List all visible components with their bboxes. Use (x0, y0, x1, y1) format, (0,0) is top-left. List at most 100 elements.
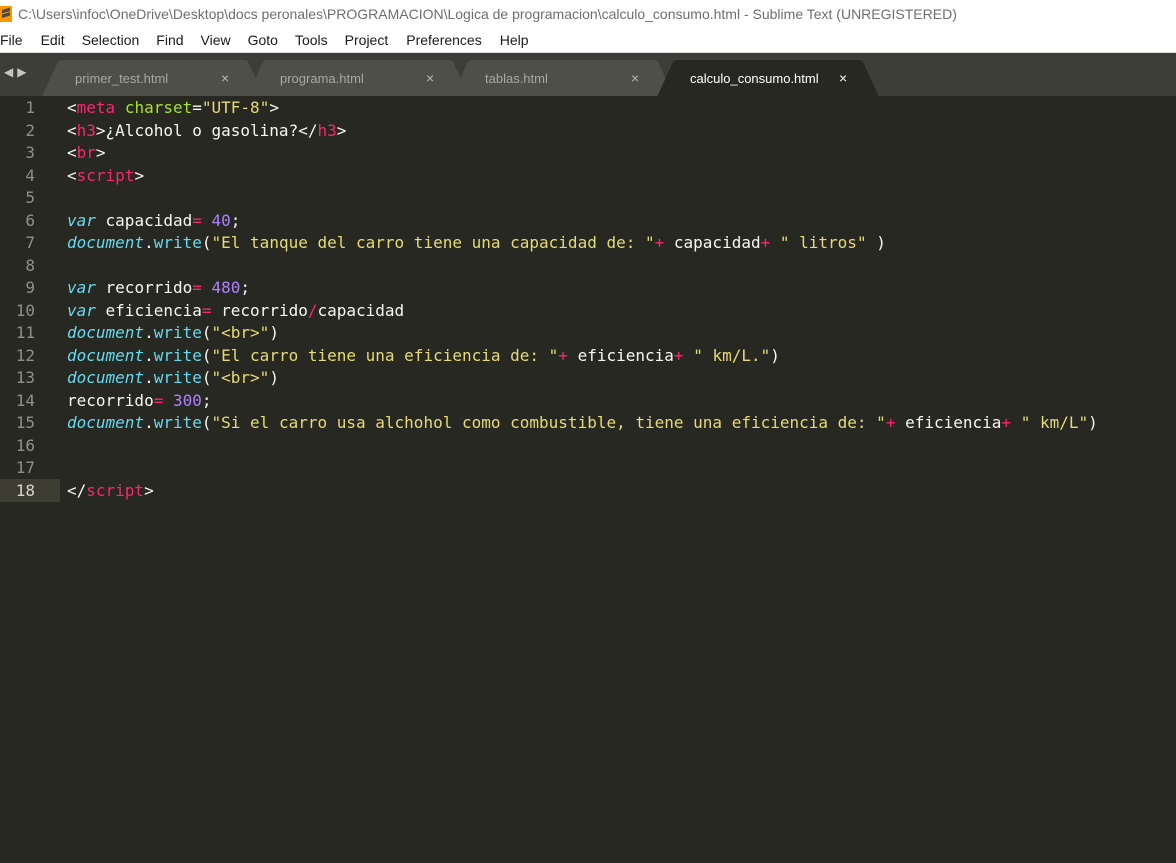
code-token: write (153, 368, 202, 387)
menu-preferences[interactable]: Preferences (406, 32, 481, 48)
code-token: 300 (172, 390, 202, 410)
code-line[interactable]: var capacidad= 40; (67, 210, 240, 233)
line-number: 1 (25, 98, 35, 117)
code-line[interactable]: document.write("Si el carro usa alchohol… (67, 412, 1098, 435)
menu-file[interactable]: File (0, 32, 23, 48)
code-line[interactable]: recorrido= 300; (67, 390, 212, 413)
code-token: br (76, 143, 96, 162)
code-token: "El tanque del carro tiene una capacidad… (211, 233, 655, 252)
code-token: < (67, 165, 77, 185)
code-token: = (201, 300, 212, 320)
code-line[interactable]: document.write("El tanque del carro tien… (67, 232, 886, 255)
code-token: h3 (76, 120, 96, 140)
code-token: var (67, 210, 96, 230)
line-number: 13 (15, 368, 35, 387)
line-number: 5 (25, 188, 35, 207)
tab-tablas[interactable]: tablas.html × (452, 60, 674, 96)
code-line[interactable]: document.write("El carro tiene una efici… (67, 345, 780, 368)
menu-view[interactable]: View (201, 32, 231, 48)
code-editor[interactable]: 1 2 3 4 5 6 7 8 9 10 11 12 13 14 15 16 17 18 <meta charse… (0, 96, 1176, 863)
tab-label: tablas.html (485, 70, 548, 86)
code-token: document (67, 323, 145, 342)
code-token: ( (201, 323, 212, 342)
code-token: write (153, 345, 202, 365)
code-token: ( (201, 413, 212, 432)
tab-nav-arrows[interactable]: ◀▶ (4, 65, 30, 79)
menu-edit[interactable]: Edit (41, 32, 65, 48)
code-token: >¿Alcohol o gasolina?</ (95, 120, 318, 140)
menu-find[interactable]: Find (156, 32, 183, 48)
code-token: recorrido (67, 390, 154, 410)
code-line[interactable]: var recorrido= 480; (67, 277, 250, 300)
code-token: = (153, 390, 164, 410)
code-token: eficiencia (567, 345, 674, 365)
line-number: 17 (15, 458, 35, 477)
close-icon[interactable]: × (426, 70, 434, 86)
code-token: > (95, 143, 106, 162)
code-token: " km/L" (1020, 413, 1089, 432)
code-token: > (269, 98, 279, 117)
tab-primer-test[interactable]: primer_test.html × (42, 60, 264, 96)
code-line[interactable]: <script> (67, 165, 144, 188)
code-token: = (192, 98, 202, 117)
code-token: > (134, 165, 145, 185)
code-token: 40 (211, 210, 231, 230)
tab-bar: ◀▶ primer_test.html × programa.html × ta… (0, 52, 1176, 97)
code-token: ( (201, 233, 212, 252)
code-token: script (86, 480, 145, 500)
code-token: var (67, 300, 96, 320)
menu-selection[interactable]: Selection (82, 32, 140, 48)
line-number: 7 (25, 233, 35, 252)
menu-project[interactable]: Project (345, 32, 389, 48)
code-token: ) (770, 345, 780, 365)
code-token: document (67, 233, 145, 252)
code-token: ( (201, 368, 212, 387)
line-number: 6 (25, 210, 35, 230)
line-number: 14 (15, 390, 35, 410)
code-line[interactable]: document.write("<br>") (67, 367, 279, 390)
code-token: eficiencia (95, 300, 202, 320)
tab-programa[interactable]: programa.html × (247, 60, 469, 96)
code-token: + (760, 233, 771, 252)
line-number: 16 (15, 435, 35, 455)
code-token: " km/L." (693, 345, 771, 365)
code-token: " litros" (779, 233, 867, 252)
code-line[interactable]: <br> (67, 142, 106, 165)
code-token: ; (230, 210, 241, 230)
code-token: recorrido (211, 300, 308, 320)
code-token: charset (124, 98, 193, 117)
line-number: 18 (15, 480, 35, 500)
code-token: = (192, 210, 202, 230)
code-line[interactable]: <meta charset="UTF-8"> (67, 97, 279, 120)
code-token: = (192, 278, 202, 297)
line-number: 11 (15, 323, 35, 342)
tab-calculo-consumo[interactable]: calculo_consumo.html × (657, 60, 879, 97)
menu-bar: File Edit Selection Find View Goto Tools… (0, 28, 1176, 52)
code-token: ) (1088, 413, 1098, 432)
close-icon[interactable]: × (631, 70, 639, 86)
code-token: ) (866, 233, 886, 252)
code-token: document (67, 345, 145, 365)
code-line[interactable]: var eficiencia= recorrido/capacidad (67, 300, 404, 323)
close-icon[interactable]: × (221, 70, 229, 86)
menu-goto[interactable]: Goto (248, 32, 278, 48)
code-token: </ (67, 480, 87, 500)
menu-help[interactable]: Help (500, 32, 529, 48)
code-token: meta (76, 98, 116, 117)
code-line[interactable]: </script> (67, 480, 154, 503)
line-number: 3 (25, 143, 35, 162)
code-line[interactable]: <h3>¿Alcohol o gasolina?</h3> (67, 120, 346, 143)
code-line[interactable]: document.write("<br>") (67, 322, 279, 345)
code-token: write (153, 413, 202, 432)
code-token: recorrido (95, 278, 193, 297)
code-token: + (1001, 413, 1012, 432)
code-token: > (144, 480, 154, 500)
line-number: 8 (25, 255, 35, 275)
menu-tools[interactable]: Tools (295, 32, 328, 48)
close-icon[interactable]: × (839, 70, 847, 86)
